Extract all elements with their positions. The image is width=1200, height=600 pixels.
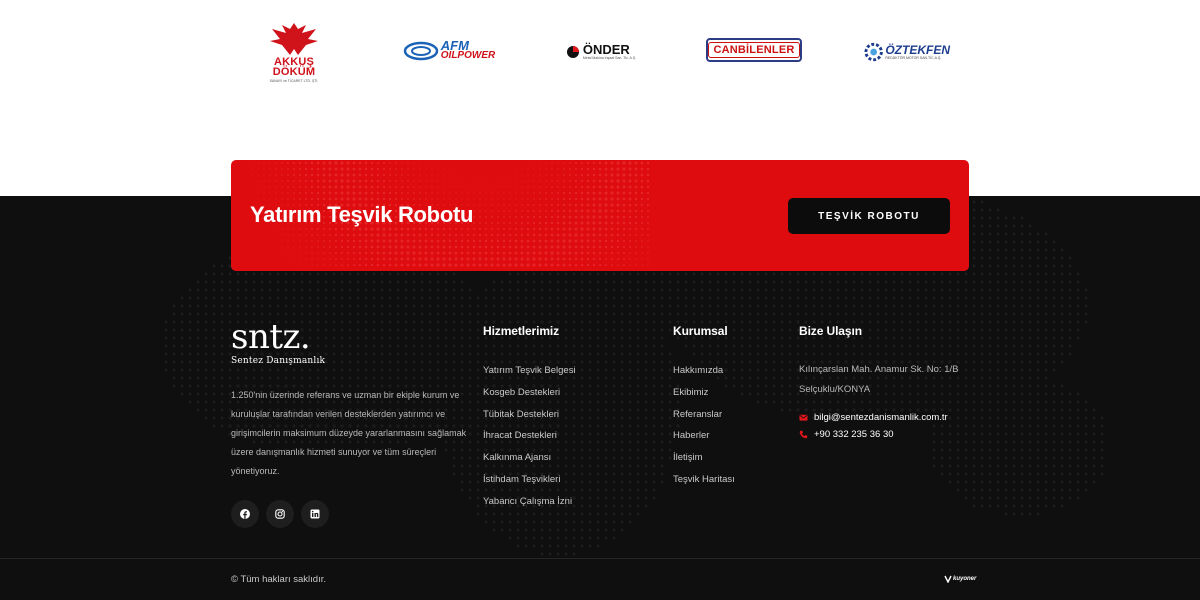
agency-credit[interactable]: kuyoner [944,575,976,583]
contact-email[interactable]: bilgi@sentezdanismanlik.com.tr [799,412,969,423]
service-link-kosgeb[interactable]: Kosgeb Destekleri [483,382,576,404]
contact-phone-text: +90 332 235 36 30 [814,429,894,440]
corporate-link-haberler[interactable]: Haberler [673,425,735,447]
service-link-ihracat[interactable]: İhracat Destekleri [483,425,576,447]
service-link-tesvik-belgesi[interactable]: Yatırım Teşvik Belgesi [483,360,576,382]
footer-brand[interactable]: sntz. Sentez Danışmanlık [231,320,325,366]
contact-column: Bize Ulaşın Kılınçarslan Mah. Anamur Sk.… [799,324,969,440]
onder-logo: ÖNDER Metal Makina İnşaat San. Tic. A.Ş. [558,40,644,64]
phone-icon [799,430,808,439]
corporate-title: Kurumsal [673,324,728,338]
cta-title: Yatırım Teşvik Robotu [250,202,474,227]
contact-email-text: bilgi@sentezdanismanlik.com.tr [814,412,948,423]
oztekfen-logo: ÖZTEKFEN REDÜKTÖR MOTOR SAN.TİC.A.Ş. [864,40,950,64]
onder-bottom-text: Metal Makina İnşaat San. Tic. A.Ş. [582,56,637,60]
copyright-text: © Tüm hakları saklıdır. [231,574,326,585]
eagle-icon [270,23,318,55]
instagram-button[interactable] [266,500,294,528]
mail-icon [799,414,808,421]
service-link-tubitak[interactable]: Tübitak Destekleri [483,404,576,426]
corporate-list: Hakkımızda Ekibimiz Referanslar Haberler… [673,360,735,491]
corporate-link-referanslar[interactable]: Referanslar [673,404,735,426]
onder-mark-icon [566,46,579,58]
facebook-icon [240,509,250,519]
gear-icon [864,42,883,62]
corporate-column: Kurumsal Hakkımızda Ekibimiz Referanslar… [673,324,735,491]
cta-banner: Yatırım Teşvik Robotu TEŞVİK ROBOTU [231,160,969,271]
corporate-link-tesvik-haritasi[interactable]: Teşvik Haritası [673,469,735,491]
services-column: Hizmetlerimiz Yatırım Teşvik Belgesi Kos… [483,324,576,513]
tesvik-robotu-button[interactable]: TEŞVİK ROBOTU [788,198,950,234]
linkedin-icon [310,509,320,519]
corporate-link-hakkimizda[interactable]: Hakkımızda [673,360,735,382]
facebook-button[interactable] [231,500,259,528]
agency-mark-icon [944,575,952,583]
afm-bottom-text: OILPOWER [440,50,496,61]
afm-mark-icon [403,41,439,61]
service-link-istihdam[interactable]: İstihdam Teşvikleri [483,469,576,491]
akkus-dokum-logo: AKKUŞ DÖKÜM SANAYİ ve TİCARET LTD. ŞTİ. [262,16,326,88]
linkedin-button[interactable] [301,500,329,528]
agency-name: kuyoner [953,576,977,582]
brand-subtitle: Sentez Danışmanlık [231,356,326,366]
corporate-link-iletisim[interactable]: İletişim [673,447,735,469]
about-text: 1.250'nin üzerinde referans ve uzman bir… [231,390,467,476]
brand-logo: sntz. [231,317,311,357]
contact-title: Bize Ulaşın [799,324,862,338]
services-title: Hizmetlerimiz [483,324,560,338]
services-list: Yatırım Teşvik Belgesi Kosgeb Destekleri… [483,360,576,513]
contact-address: Kılınçarslan Mah. Anamur Sk. No: 1/B Sel… [799,364,959,395]
footer-divider [0,558,1200,559]
social-links [231,500,329,528]
instagram-icon [275,509,285,519]
corporate-link-ekibimiz[interactable]: Ekibimiz [673,382,735,404]
oztekfen-top-text: ÖZTEKFEN [885,43,950,57]
service-link-yabanci-calisma[interactable]: Yabancı Çalışma İzni [483,491,576,513]
akkus-name-line2: DÖKÜM [272,66,316,78]
service-link-kalkinma-ajansi[interactable]: Kalkınma Ajansı [483,447,576,469]
akkus-subtitle: SANAYİ ve TİCARET LTD. ŞTİ. [269,79,319,83]
oztekfen-bottom-text: REDÜKTÖR MOTOR SAN.TİC.A.Ş. [885,56,942,60]
canbilenler-text: CANBİLENLER [708,42,800,58]
onder-top-text: ÖNDER [582,42,630,57]
afm-oilpower-logo: AFM OILPOWER [396,38,502,64]
contact-phone[interactable]: +90 332 235 36 30 [799,429,969,440]
canbilenler-logo: CANBİLENLER [706,38,802,62]
